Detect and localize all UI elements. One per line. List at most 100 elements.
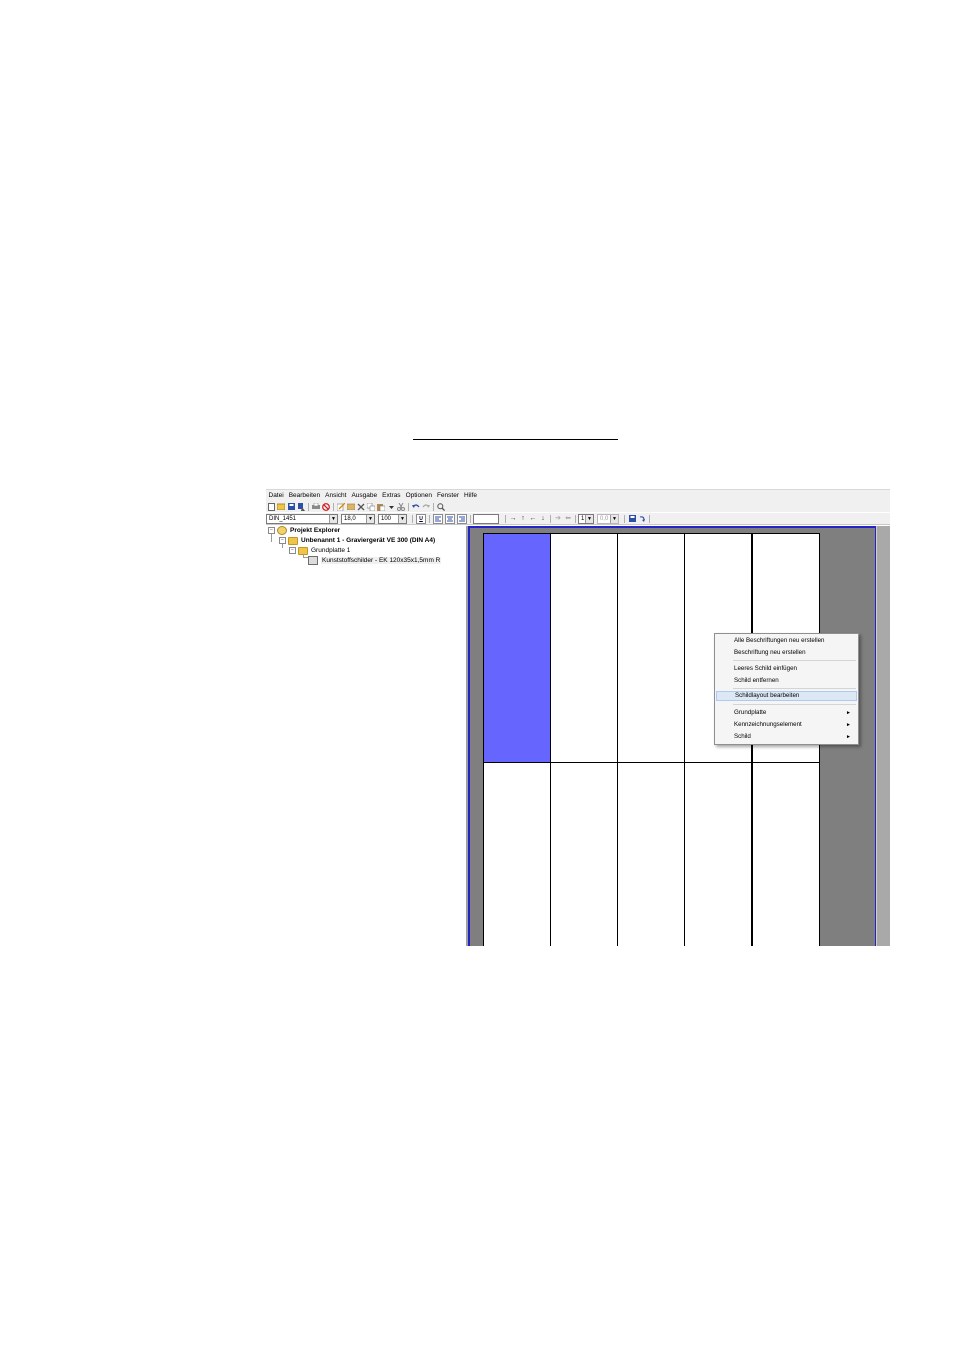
menu-separator (733, 688, 856, 689)
menu-ausgabe[interactable]: Ausgabe (349, 492, 380, 499)
menu-item-grundplatte[interactable]: Grundplatte ► (716, 708, 857, 718)
folder-icon (288, 536, 298, 545)
refresh-icon[interactable] (638, 515, 646, 523)
undo-icon[interactable] (412, 503, 420, 511)
stop-icon[interactable] (322, 502, 330, 511)
layout-workspace: Alle Beschriftungen neu erstellen Beschr… (466, 526, 890, 946)
dropdown-arrow-icon[interactable] (387, 503, 395, 511)
delete-icon[interactable] (357, 503, 365, 511)
tree-node-project[interactable]: − Unbenannt 1 - Graviergerät VE 300 (DIN… (279, 536, 435, 545)
back-icon[interactable]: ⬅ (564, 515, 572, 523)
label-cell[interactable] (550, 762, 618, 946)
arrow-right-icon[interactable]: → (509, 515, 517, 523)
redo-icon[interactable] (422, 503, 430, 511)
chevron-down-icon: ▼ (366, 514, 374, 523)
arrow-down-icon[interactable]: ↓ (539, 515, 547, 523)
font-size-select[interactable]: 18,0 ▼ (341, 513, 375, 524)
label-cell[interactable] (752, 762, 820, 946)
save-layout-icon[interactable] (628, 515, 636, 523)
scale-value: 100 (381, 515, 392, 522)
chevron-down-icon: ▼ (329, 514, 337, 523)
menu-item-kennzeichnungselement-label: Kennzeichnungselement (734, 721, 802, 728)
edit-icon[interactable] (337, 502, 345, 511)
label-sheet-icon (308, 556, 318, 565)
label-cell[interactable] (684, 762, 752, 946)
toolbar-separator (470, 514, 471, 523)
menu-datei[interactable]: Datei (266, 492, 286, 499)
font-select-value: DIN_1451 (269, 515, 297, 522)
copy-icon[interactable] (367, 502, 375, 511)
label-cell-selected[interactable] (483, 533, 551, 763)
format-toolbar: DIN_1451 ▼ 18,0 ▼ 100 ▼ U → ↑ ← ↓ ➔ ⬅ 1 ▼ 0,… (266, 513, 890, 525)
toolbar-separator (429, 514, 430, 523)
cut-icon[interactable] (397, 502, 405, 511)
label-cell[interactable] (617, 533, 685, 763)
save-icon[interactable] (287, 503, 295, 511)
menu-item-regenerate-label[interactable]: Beschriftung neu erstellen (716, 648, 857, 658)
page-select[interactable]: 1 ▼ (578, 513, 594, 524)
print-icon[interactable] (312, 503, 320, 511)
scale-select[interactable]: 100 ▼ (378, 513, 407, 524)
project-explorer-icon (277, 526, 287, 535)
menu-item-edit-layout[interactable]: Schildlayout bearbeiten (716, 691, 857, 701)
menu-item-schild[interactable]: Schild ► (716, 732, 857, 742)
zoom-icon[interactable] (437, 502, 445, 511)
collapse-icon[interactable]: − (289, 547, 296, 554)
menu-ansicht[interactable]: Ansicht (323, 492, 349, 499)
menu-fenster[interactable]: Fenster (434, 492, 461, 499)
folder-icon[interactable] (347, 503, 355, 511)
menu-item-regenerate-all[interactable]: Alle Beschriftungen neu erstellen (716, 636, 857, 646)
underline-button[interactable]: U (416, 513, 426, 524)
save-as-icon[interactable] (297, 502, 305, 511)
menu-hilfe[interactable]: Hilfe (462, 492, 480, 499)
toolbar-separator (408, 502, 409, 511)
chevron-down-icon: ▼ (398, 514, 406, 523)
folder-icon (298, 546, 308, 555)
menu-extras[interactable]: Extras (380, 492, 403, 499)
paste-icon[interactable] (377, 503, 385, 511)
menu-item-insert-empty-label[interactable]: Leeres Schild einfügen (716, 664, 857, 674)
page-select-value: 1 (581, 515, 585, 522)
align-right-icon[interactable] (457, 513, 467, 524)
menu-bearbeiten[interactable]: Bearbeiten (286, 492, 322, 499)
arrow-left-icon[interactable]: ← (529, 515, 537, 523)
menu-separator (733, 660, 856, 661)
label-cell[interactable] (550, 533, 618, 763)
label-cell[interactable] (617, 762, 685, 946)
toolbar-separator (505, 514, 506, 523)
main-toolbar (266, 501, 890, 512)
submenu-arrow-icon: ► (846, 722, 851, 728)
menu-optionen[interactable]: Optionen (403, 492, 434, 499)
forward-icon[interactable]: ➔ (554, 515, 562, 523)
align-center-icon[interactable] (445, 513, 455, 524)
toolbar-separator (575, 514, 576, 523)
value-select-value: 0,0 (600, 515, 609, 522)
submenu-arrow-icon: ► (846, 710, 851, 716)
app-window: Datei Bearbeiten Ansicht Ausgabe Extras … (266, 489, 890, 946)
collapse-icon[interactable]: − (268, 527, 275, 534)
tree-node-item[interactable]: Kunststoffschilder - EK 120x35x1,5mm R (308, 556, 442, 565)
toolbar-separator (433, 502, 434, 511)
font-select[interactable]: DIN_1451 ▼ (266, 513, 338, 524)
new-file-icon[interactable] (267, 502, 275, 511)
toolbar-separator (649, 514, 650, 523)
header-rule (413, 439, 618, 440)
align-left-icon[interactable] (433, 513, 443, 524)
menu-separator (733, 704, 856, 705)
tree-node-root[interactable]: − Projekt Explorer (268, 526, 340, 535)
value-select[interactable]: 0,0 ▼ (597, 513, 619, 524)
tree-node-plate[interactable]: − Grundplatte 1 (289, 546, 350, 555)
menu-item-kennzeichnungselement[interactable]: Kennzeichnungselement ► (716, 720, 857, 730)
toolbar-separator (333, 502, 334, 511)
text-input[interactable] (473, 513, 499, 524)
collapse-icon[interactable]: − (279, 537, 286, 544)
tree-plate-label: Grundplatte 1 (311, 547, 351, 554)
label-cell[interactable] (483, 762, 551, 946)
arrow-up-icon[interactable]: ↑ (519, 515, 527, 523)
menu-item-remove-label[interactable]: Schild entfernen (716, 676, 857, 686)
toolbar-separator (412, 514, 413, 523)
tree-root-label: Projekt Explorer (290, 527, 341, 534)
font-size-value: 18,0 (344, 515, 356, 522)
vertical-scrollbar[interactable] (876, 526, 890, 946)
open-folder-icon[interactable] (277, 503, 285, 511)
